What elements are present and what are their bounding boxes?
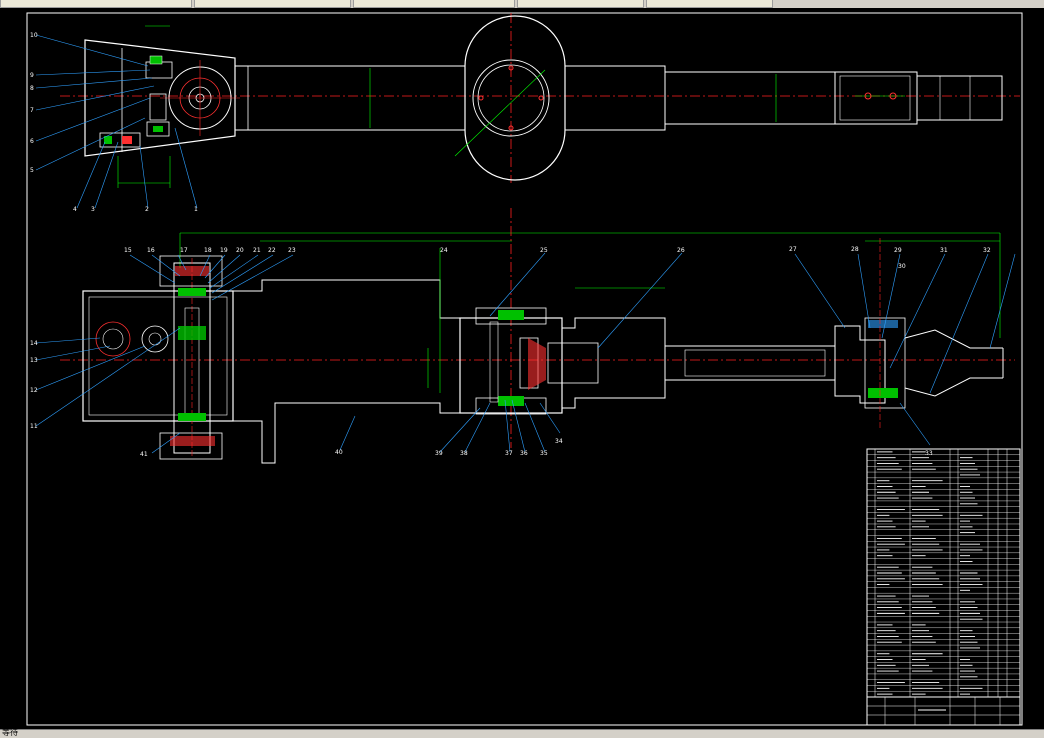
front-label-35: 35: [540, 450, 548, 457]
vertical-scrollbar[interactable]: [1034, 8, 1044, 729]
front-label-26: 26: [677, 247, 685, 254]
top-label-6: 6: [30, 138, 34, 145]
front-label-15: 15: [124, 247, 132, 254]
parts-list-table: [866, 448, 1021, 726]
front-label-20: 20: [236, 247, 244, 254]
front-label-17: 17: [180, 247, 188, 254]
front-label-30: 30: [898, 263, 906, 270]
assembly-drawing: 10987654 3 2 1 15 16 17 18 19 20 21 22 2…: [26, 12, 1023, 726]
front-label-40: 40: [335, 449, 343, 456]
front-label-27: 27: [789, 246, 797, 253]
front-label-25: 25: [540, 247, 548, 254]
document-tab[interactable]: [517, 0, 644, 8]
front-label-13: 13: [30, 357, 38, 364]
front-label-32: 32: [983, 247, 991, 254]
front-label-12: 12: [30, 387, 38, 394]
front-label-16: 16: [147, 247, 155, 254]
document-tab[interactable]: [646, 0, 773, 8]
front-label-23: 23: [288, 247, 296, 254]
front-label-21: 21: [253, 247, 261, 254]
front-label-19: 19: [220, 247, 228, 254]
front-label-36: 36: [520, 450, 528, 457]
front-label-33: 33: [925, 450, 933, 457]
front-label-29: 29: [894, 247, 902, 254]
top-label-5: 5: [30, 167, 34, 174]
front-label-11: 11: [30, 423, 38, 430]
front-label-14: 14: [30, 340, 38, 347]
document-tab[interactable]: [0, 0, 192, 8]
front-label-41: 41: [140, 451, 148, 458]
top-label-7: 7: [30, 107, 34, 114]
tab-bar-filler: [775, 0, 1044, 7]
front-view: 15 16 17 18 19 20 21 22 23 24 25 26 27 28 293031 321413…: [30, 208, 1016, 464]
document-tab[interactable]: [353, 0, 515, 8]
top-label-2: 2: [145, 206, 149, 213]
front-label-18: 18: [204, 247, 212, 254]
front-label-31: 31: [940, 247, 948, 254]
top-label-9: 9: [30, 72, 34, 79]
front-label-39: 39: [435, 450, 443, 457]
top-label-10: 10: [30, 32, 38, 39]
front-label-37: 37: [505, 450, 513, 457]
cad-drawing-viewport[interactable]: 10 9 8 7 6 5 4 3 2 1 15 16 17 18 19 20 2…: [0, 8, 1044, 729]
front-label-34: 34: [555, 438, 563, 445]
top-label-8: 8: [30, 85, 34, 92]
top-label-4: 4: [73, 206, 77, 213]
document-tab[interactable]: [194, 0, 351, 8]
front-label-22: 22: [268, 247, 276, 254]
front-label-38: 38: [460, 450, 468, 457]
front-label-24: 24: [440, 247, 448, 254]
top-label-3: 3: [91, 206, 95, 213]
top-view: 10 9 8 7 6 5 4 3 2 1: [30, 13, 1020, 213]
front-label-28: 28: [851, 246, 859, 253]
top-label-1: 1: [194, 206, 198, 213]
